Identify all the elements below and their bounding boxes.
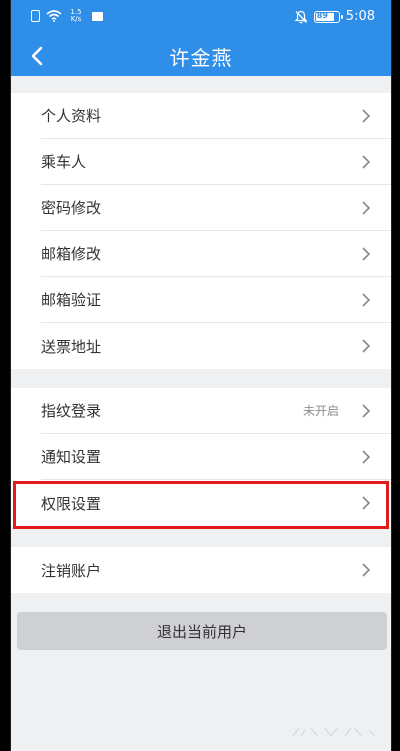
row-label: 邮箱修改: [41, 245, 102, 263]
row-label: 权限设置: [41, 494, 102, 513]
chevron-right-icon: [362, 563, 371, 577]
row-label: 注销账户: [41, 561, 102, 580]
row-label: 密码修改: [41, 199, 102, 217]
row-label: 乘车人: [41, 153, 87, 171]
chevron-right-icon: [362, 201, 371, 215]
row-fingerprint-login[interactable]: 指纹登录 未开启: [41, 388, 391, 434]
page-title: 许金燕: [169, 46, 233, 70]
chevron-right-icon: [362, 293, 371, 307]
bell-off-icon: [294, 10, 308, 23]
chevron-right-icon: [362, 404, 371, 418]
status-time: 5:08: [345, 9, 375, 24]
message-icon: [92, 11, 103, 21]
row-passengers[interactable]: 乘车人: [41, 139, 391, 185]
row-notification-settings[interactable]: 通知设置: [41, 434, 391, 480]
nav-bar: 许金燕: [11, 36, 391, 76]
row-label: 通知设置: [41, 448, 102, 466]
row-label: 送票地址: [41, 337, 102, 356]
logout-button[interactable]: 退出当前用户: [17, 612, 387, 650]
network-speed: 1.5 K/s: [70, 8, 82, 23]
status-right: 89 5:08: [294, 9, 375, 24]
chevron-right-icon: [362, 247, 371, 261]
row-verify-email[interactable]: 邮箱验证: [41, 277, 391, 323]
chevron-right-icon: [362, 450, 371, 464]
row-ticket-address[interactable]: 送票地址: [41, 323, 391, 369]
watermark-mark: [292, 727, 376, 737]
status-left: 1.5 K/s: [31, 9, 103, 23]
battery-level: 89: [316, 10, 328, 20]
row-delete-account[interactable]: 注销账户: [41, 547, 391, 593]
row-change-password[interactable]: 密码修改: [41, 185, 391, 231]
chevron-right-icon: [362, 109, 371, 123]
row-permission-settings[interactable]: 权限设置: [41, 480, 391, 526]
row-change-email[interactable]: 邮箱修改: [41, 231, 391, 277]
chevron-right-icon: [362, 155, 371, 169]
row-personal-info[interactable]: 个人资料: [41, 93, 391, 139]
wifi-icon: [46, 10, 62, 22]
status-bar: 1.5 K/s 89 5:08: [11, 0, 391, 36]
settings-group-account-deletion: 注销账户: [11, 547, 391, 593]
phone-screen: 1.5 K/s 89 5:08 许金燕 个人资料 乘车人 密码修改 邮箱修改 邮…: [10, 0, 392, 751]
row-label: 个人资料: [41, 107, 102, 125]
row-label: 指纹登录: [41, 402, 102, 420]
sim-card-icon: [31, 10, 40, 22]
chevron-right-icon: [362, 339, 371, 353]
battery-icon: 89: [313, 10, 343, 23]
row-label: 邮箱验证: [41, 291, 102, 309]
settings-group-security: 指纹登录 未开启 通知设置 权限设置: [11, 388, 391, 526]
fingerprint-status: 未开启: [302, 404, 339, 418]
chevron-right-icon: [362, 496, 371, 510]
settings-group-account: 个人资料 乘车人 密码修改 邮箱修改 邮箱验证 送票地址: [11, 93, 391, 369]
